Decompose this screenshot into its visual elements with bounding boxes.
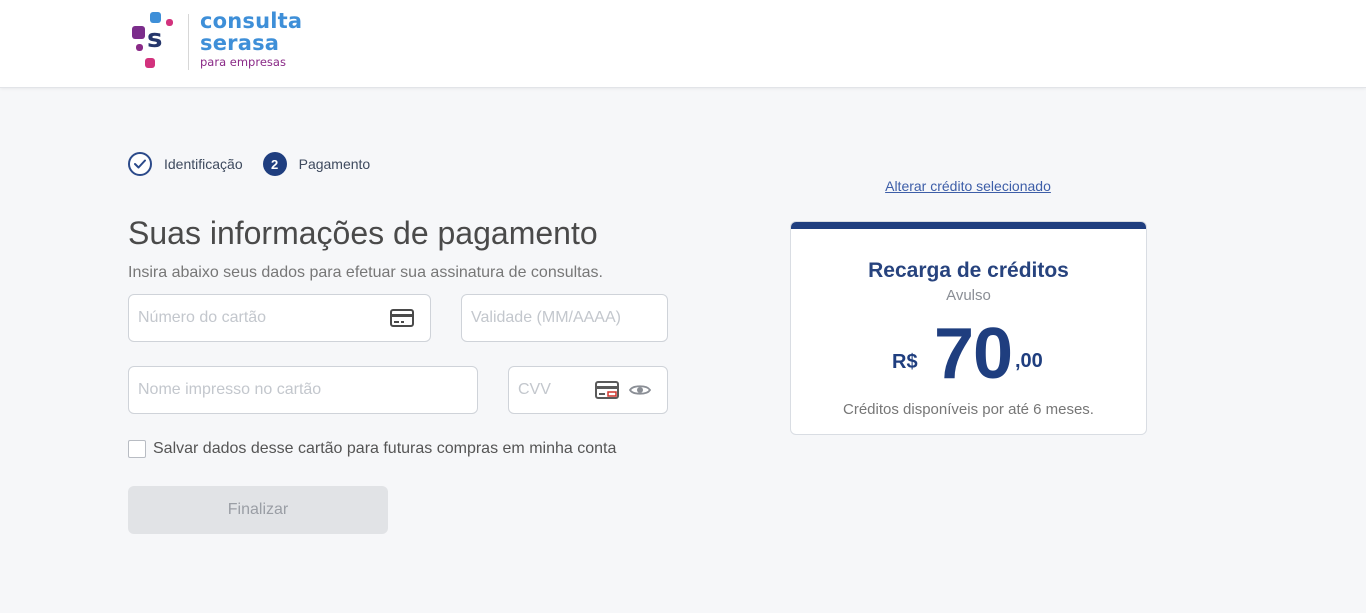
eye-icon[interactable] [629, 383, 651, 397]
step-identificacao[interactable]: Identificação [128, 152, 243, 176]
credit-card-icon [390, 309, 414, 327]
step-label-pagamento: Pagamento [298, 156, 371, 172]
card-subtitle: Avulso [946, 287, 991, 304]
card-accent-bar [791, 222, 1146, 229]
expiry-field[interactable] [461, 294, 668, 342]
logo-wordmark: consulta serasa para empresas [200, 11, 302, 69]
expiry-input[interactable] [462, 295, 667, 341]
card-cvv-icon [595, 381, 619, 399]
price-currency: R$ [892, 351, 918, 373]
cvv-field[interactable] [508, 366, 668, 414]
serasa-logo-mark: s [130, 12, 178, 72]
price: R$ 70 ,00 [791, 314, 1146, 394]
credit-summary-card: Recarga de créditos Avulso R$ 70 ,00 Cré… [790, 221, 1147, 435]
save-card-checkbox[interactable] [128, 440, 146, 458]
card-number-field[interactable] [128, 294, 431, 342]
logo-line-para-empresas: para empresas [200, 55, 286, 69]
step-number-badge: 2 [262, 152, 287, 176]
header: s consulta serasa para empresas [0, 0, 1366, 88]
consulta-serasa-logo[interactable]: s consulta serasa para empresas [130, 11, 310, 72]
change-credit-link[interactable]: Alterar crédito selecionado [790, 178, 1146, 194]
cardholder-name-field[interactable] [128, 366, 478, 414]
save-card-option[interactable]: Salvar dados desse cartão para futuras c… [128, 440, 616, 458]
logo-divider [188, 14, 189, 70]
page-title: Suas informações de pagamento [128, 215, 598, 251]
checkout-stepper: Identificação 2 Pagamento [128, 152, 390, 176]
logo-line-consulta: consulta [200, 9, 303, 33]
logo-line-serasa: serasa [200, 31, 280, 55]
check-icon [128, 152, 152, 176]
card-number-input[interactable] [129, 295, 390, 341]
cardholder-name-input[interactable] [129, 367, 477, 413]
price-integer: 70 [934, 314, 1013, 394]
finalize-button[interactable]: Finalizar [128, 486, 388, 534]
page-subtitle: Insira abaixo seus dados para efetuar su… [128, 264, 603, 281]
card-title: Recarga de créditos [868, 259, 1069, 282]
step-label-identificacao: Identificação [164, 156, 243, 172]
credit-validity-note: Créditos disponíveis por até 6 meses. [843, 401, 1094, 418]
step-pagamento: 2 Pagamento [262, 152, 371, 176]
save-card-label: Salvar dados desse cartão para futuras c… [153, 440, 617, 457]
cvv-input[interactable] [509, 367, 595, 413]
price-cents: ,00 [1015, 350, 1043, 372]
